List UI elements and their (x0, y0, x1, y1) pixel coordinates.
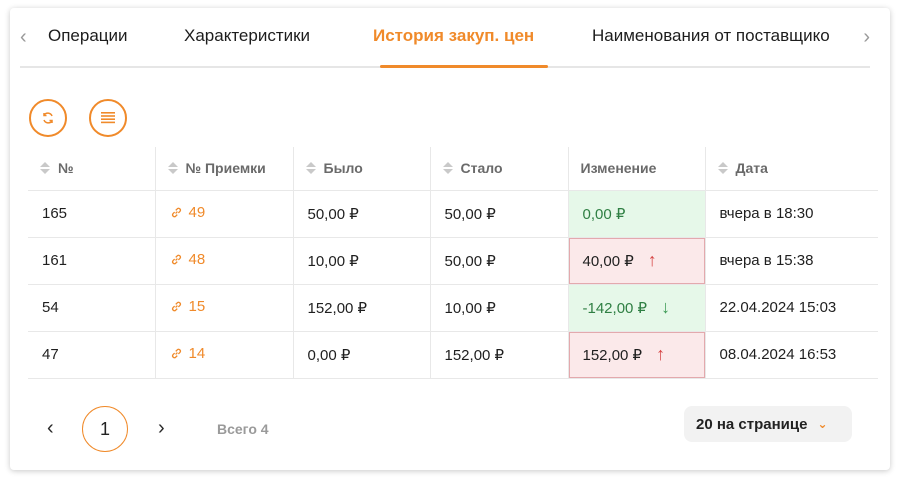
chevron-down-icon: ⌄ (817, 417, 828, 431)
link-icon (171, 348, 181, 359)
sort-icon[interactable] (40, 162, 50, 175)
cell-was: 10,00 ₽ (293, 237, 431, 285)
tab-operations[interactable]: Операции (48, 26, 128, 46)
active-tab-indicator (380, 65, 548, 68)
sort-icon[interactable] (167, 162, 178, 175)
page-size-label: 20 на странице (696, 415, 808, 433)
cell-receipt: 15 (155, 284, 294, 332)
cell-number: 47 (28, 331, 156, 379)
cell-receipt: 48 (155, 237, 294, 285)
prev-page-button[interactable]: ‹ (47, 417, 54, 440)
cell-receipt: 49 (155, 190, 294, 238)
tab-bar: ‹ Операции Характеристики История закуп.… (20, 20, 870, 68)
link-icon (171, 207, 181, 218)
link-icon (171, 301, 181, 312)
tab-purchase-price-history[interactable]: История закуп. цен (373, 26, 534, 46)
cell-number: 165 (28, 190, 156, 238)
table-header-row: № № Приемки Было Стало Изменение Дата (28, 147, 878, 191)
total-count: Всего 4 (217, 421, 269, 437)
tabs-prev-icon[interactable]: ‹ (20, 26, 27, 49)
cell-date: 08.04.2024 16:53 (705, 331, 878, 379)
column-header-receipt[interactable]: № Приемки (155, 147, 294, 191)
price-history-table: № № Приемки Было Стало Изменение Дата 16… (28, 147, 878, 379)
receipt-link[interactable]: 14 (170, 345, 205, 362)
current-page-button[interactable]: 1 (82, 406, 128, 452)
table-row: 54 15 152,00 ₽10,00 ₽ -142,00 ₽ ↓ 22.04.2024 … (28, 284, 878, 332)
tabs-next-icon[interactable]: › (863, 26, 870, 49)
tab-supplier-names[interactable]: Наименования от поставщико (592, 26, 830, 46)
cell-now: 50,00 ₽ (430, 237, 569, 285)
cell-was: 152,00 ₽ (293, 284, 431, 332)
cell-number: 161 (28, 237, 156, 285)
refresh-icon (43, 112, 53, 124)
receipt-link[interactable]: 48 (170, 251, 205, 268)
cell-number: 54 (28, 284, 156, 332)
tab-characteristics[interactable]: Характеристики (184, 26, 310, 46)
list-icon (101, 112, 115, 124)
table-row: 161 48 10,00 ₽50,00 ₽40,00 ₽ ↑ вчера в 15:38 (28, 237, 878, 285)
refresh-button[interactable] (29, 99, 67, 137)
column-header-was[interactable]: Было (293, 147, 431, 191)
cell-receipt: 14 (155, 331, 294, 379)
column-header-change: Изменение (568, 147, 706, 191)
columns-button[interactable] (89, 99, 127, 137)
cell-date: 22.04.2024 15:03 (705, 284, 878, 332)
column-header-now[interactable]: Стало (430, 147, 569, 191)
cell-change: 0,00 ₽ (568, 190, 706, 238)
next-page-button[interactable]: › (158, 417, 165, 440)
cell-change: 40,00 ₽ ↑ (568, 237, 706, 285)
sort-icon[interactable] (305, 162, 316, 175)
cell-change: -142,00 ₽ ↓ (568, 284, 706, 332)
page-size-select[interactable]: 20 на странице ⌄ (684, 406, 852, 442)
link-icon (171, 254, 181, 265)
cell-now: 10,00 ₽ (430, 284, 569, 332)
arrow-down-icon: ↓ (661, 297, 671, 317)
arrow-up-icon: ↑ (647, 250, 657, 270)
receipt-link[interactable]: 15 (170, 298, 205, 315)
cell-now: 50,00 ₽ (430, 190, 569, 238)
table-row: 165 49 50,00 ₽50,00 ₽0,00 ₽ вчера в 18:30 (28, 190, 878, 238)
sort-icon[interactable] (442, 162, 453, 175)
sort-icon[interactable] (717, 162, 728, 175)
cell-change: 152,00 ₽ ↑ (568, 331, 706, 379)
cell-was: 50,00 ₽ (293, 190, 431, 238)
table-row: 47 14 0,00 ₽152,00 ₽152,00 ₽ ↑ 08.04.2024 16… (28, 331, 878, 379)
column-header-number[interactable]: № (28, 147, 156, 191)
arrow-up-icon: ↑ (656, 344, 666, 364)
cell-date: вчера в 18:30 (705, 190, 878, 238)
cell-was: 0,00 ₽ (293, 331, 431, 379)
column-header-date[interactable]: Дата (705, 147, 878, 191)
cell-now: 152,00 ₽ (430, 331, 569, 379)
receipt-link[interactable]: 49 (170, 204, 205, 221)
cell-date: вчера в 15:38 (705, 237, 878, 285)
